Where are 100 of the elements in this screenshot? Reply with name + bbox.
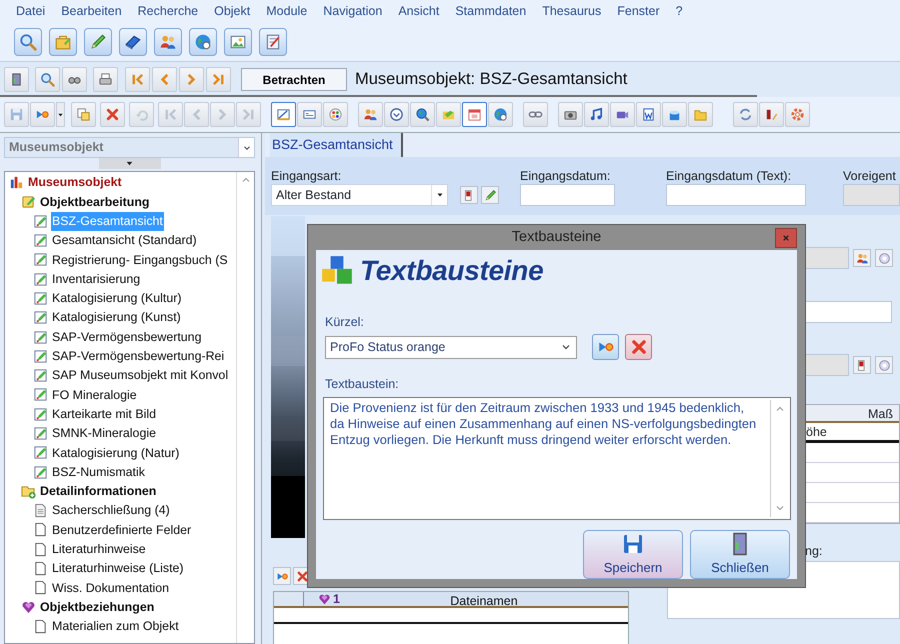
text-area[interactable]: Die Provenienz ist für den Zeitraum zwischen 1933 und 1945 bedenklich, da Hinweise auf einen Zusammenhang auf einen NS-verfolgungsbedingten Entzug vorliegen. Die Herkunft muss dringend weiter erforscht werden. [323, 397, 791, 520]
toolbar-button[interactable] [14, 28, 42, 56]
toolbar-button[interactable] [462, 102, 487, 127]
tree-item[interactable]: Katalogisierung (Kultur) [51, 289, 182, 308]
tree-item[interactable]: Registrierung- Eingangsbuch (S [51, 250, 229, 270]
toolbar-button[interactable] [358, 102, 383, 127]
dialog-button[interactable]: Speichern [583, 530, 683, 579]
tree-item[interactable]: SAP-Vermögensbewertung-Rei [51, 347, 226, 366]
tree-item[interactable]: Benutzerdefinierte Felder [51, 520, 192, 540]
toolbar-button[interactable] [662, 102, 687, 127]
collapse-handle[interactable] [98, 158, 160, 169]
menu-item[interactable]: Objekt [206, 2, 258, 20]
input-field[interactable] [520, 184, 615, 206]
tab[interactable]: BSZ-Gesamtansicht [270, 133, 403, 157]
tree-item[interactable]: SAP-Vermögensbewertung [51, 328, 202, 346]
edit-form-icon [33, 310, 48, 326]
edit-form-icon [33, 406, 48, 422]
delete-button[interactable] [625, 334, 652, 360]
input-field[interactable] [666, 184, 806, 206]
toolbar-button[interactable] [610, 102, 635, 127]
notepad-icon [264, 33, 282, 51]
toolbar-button[interactable] [384, 102, 409, 127]
tree-item[interactable]: Wiss. Dokumentation [51, 578, 170, 598]
record-title: Museumsobjekt: BSZ-Gesamtansicht [355, 69, 628, 90]
toolbar-button[interactable] [523, 102, 548, 127]
mini-button[interactable] [853, 356, 871, 374]
toolbar-button[interactable] [119, 28, 147, 56]
tree-item[interactable]: Literaturhinweise (Liste) [51, 559, 185, 578]
toolbar-button[interactable] [759, 102, 784, 127]
toolbar-button[interactable] [84, 28, 112, 56]
circle-chevron-icon [389, 107, 404, 122]
tree-item[interactable]: Detailinformationen [39, 482, 158, 501]
edit-form-icon [33, 445, 48, 460]
first-page-icon [130, 72, 145, 87]
shortcut-dropdown[interactable]: ProFo Status orange [325, 336, 577, 358]
page-icon [33, 580, 48, 596]
toolbar-button[interactable] [30, 102, 55, 127]
tree-item[interactable]: Literaturhinweise [51, 540, 147, 559]
toolbar-button[interactable] [62, 67, 87, 92]
tree-item[interactable]: Inventarisierung [51, 270, 142, 288]
input-field[interactable] [805, 301, 892, 323]
mini-button[interactable] [875, 356, 893, 374]
toolbar-button[interactable] [410, 102, 435, 127]
tree-item[interactable]: Sacherschließung (4) [51, 501, 171, 520]
tree-item[interactable]: Gesamtansicht (Standard) [51, 231, 198, 250]
menu-item[interactable]: Datei [8, 2, 54, 20]
dropdown-field[interactable]: Alter Bestand [271, 184, 448, 206]
mini-button[interactable] [875, 249, 893, 267]
menu-item[interactable]: Thesaurus [534, 2, 610, 20]
view-selector[interactable]: Museumsobjekt [4, 137, 255, 158]
toolbar-button[interactable] [636, 102, 661, 127]
book-icon [124, 33, 142, 51]
menu-item[interactable]: Bearbeiten [53, 2, 130, 20]
mini-button[interactable] [273, 567, 291, 585]
toolbar-button[interactable] [154, 28, 182, 56]
new-button[interactable] [592, 334, 619, 360]
tree-item[interactable]: Katalogisierung (Kunst) [51, 308, 182, 328]
tree-item[interactable]: Objektbearbeitung [39, 192, 150, 212]
menu-item[interactable]: Navigation [315, 2, 390, 20]
mini-button[interactable] [853, 249, 871, 267]
menu-item[interactable]: Ansicht [390, 2, 448, 20]
toolbar-button[interactable] [271, 102, 296, 127]
tree-item[interactable]: SAP Museumsobjekt mit Konvol [51, 366, 230, 385]
toolbar-button[interactable] [297, 102, 322, 127]
tree-item[interactable]: BSZ-Numismatik [51, 462, 146, 482]
dialog-button[interactable]: Schließen [690, 530, 790, 579]
tree-item[interactable]: Objektbeziehungen [39, 598, 156, 616]
calendar-icon [467, 107, 482, 122]
menu-item[interactable]: Module [258, 2, 316, 20]
toolbar-button[interactable] [100, 102, 125, 127]
tree-item[interactable]: Katalogisierung (Natur) [51, 444, 180, 462]
mini-button[interactable] [481, 186, 499, 204]
menu-item[interactable]: ? [668, 2, 691, 20]
toolbar-button[interactable] [35, 67, 60, 92]
toolbar-button[interactable] [488, 102, 513, 127]
menu-item[interactable]: Fenster [609, 2, 668, 20]
tree-item[interactable]: SMNK-Mineralogie [51, 424, 157, 443]
toolbar-button[interactable] [4, 67, 29, 92]
menu-item[interactable]: Recherche [130, 2, 206, 20]
tree-item[interactable]: Museumsobjekt [27, 173, 123, 192]
refresh-icon [738, 107, 753, 122]
dropdown-button[interactable] [56, 102, 65, 127]
toolbar-button[interactable] [259, 28, 287, 56]
mini-button[interactable] [460, 186, 478, 204]
page-icon [33, 561, 48, 576]
tree-item[interactable]: Materialien zum Objekt [51, 617, 180, 636]
toolbar-button[interactable] [584, 102, 609, 127]
menu-item[interactable]: Stammdaten [447, 2, 534, 20]
tree-item[interactable]: Karteikarte mit Bild [51, 404, 157, 424]
people-icon [856, 252, 868, 264]
notebook-pencil-icon [21, 194, 36, 210]
tree-item[interactable]: FO Mineralogie [51, 386, 138, 404]
toolbar-button[interactable] [189, 28, 217, 56]
delete-icon [105, 107, 120, 122]
palette-icon [328, 107, 343, 122]
toolbar-button[interactable] [224, 28, 252, 56]
close-button[interactable] [775, 228, 797, 248]
toolbar-button[interactable] [558, 102, 583, 127]
view-button[interactable]: Betrachten [241, 68, 347, 91]
toolbar-button[interactable] [93, 67, 118, 92]
